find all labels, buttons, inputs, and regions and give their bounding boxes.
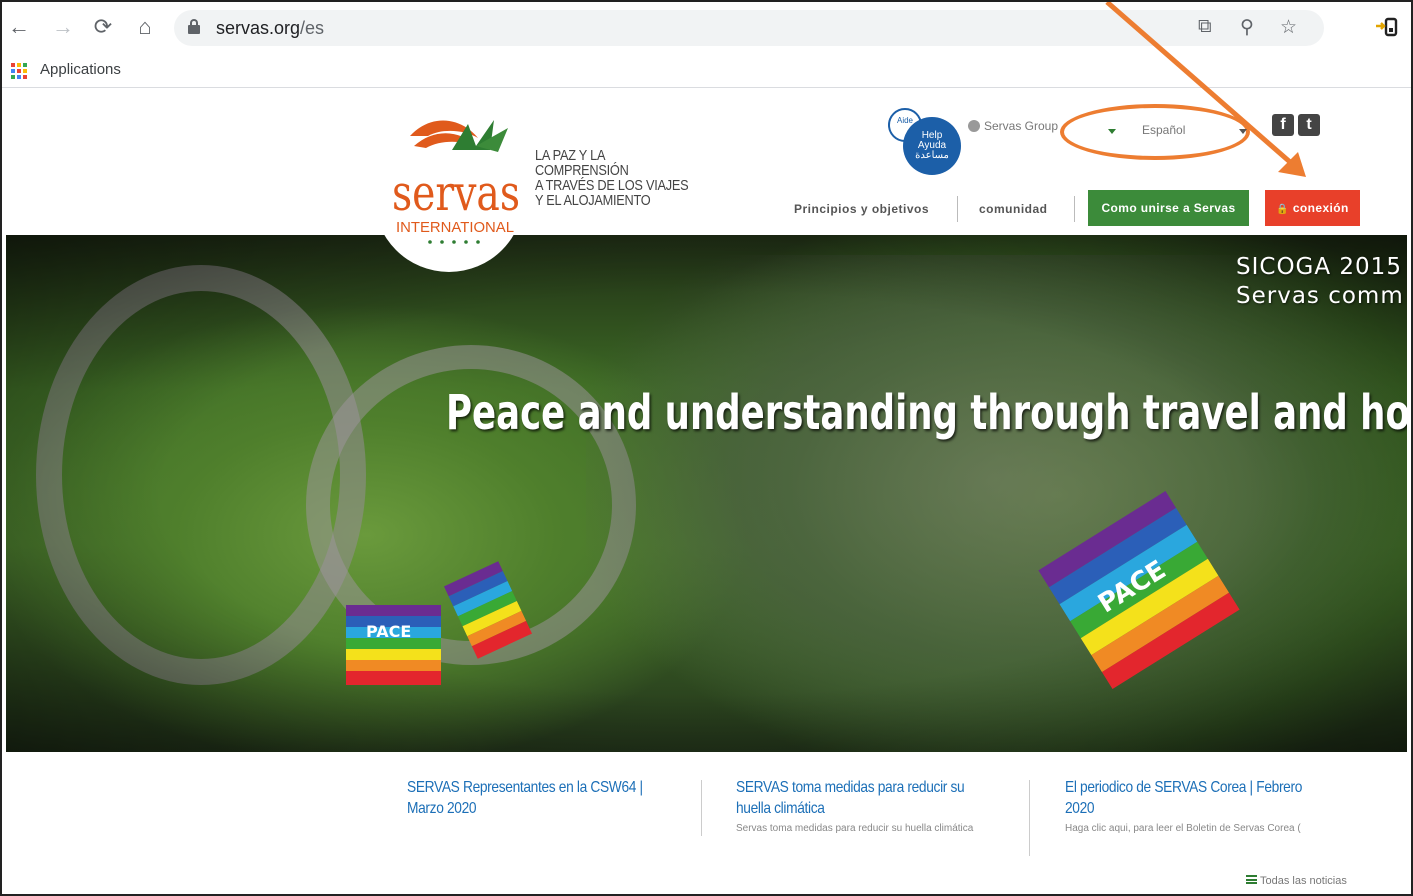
back-icon[interactable]: ←	[6, 14, 32, 40]
bookmarks-bar: Applications	[2, 54, 1411, 88]
lock-icon: 🔒	[1276, 204, 1290, 215]
nav-divider	[1074, 196, 1075, 222]
tagline: LA PAZ Y LA COMPRENSIÓN A TRAVÉS DE LOS …	[535, 147, 689, 209]
extension-icon[interactable]	[1374, 14, 1400, 40]
home-icon[interactable]: ⌂	[132, 14, 158, 40]
hero-title: Peace and understanding through travel a…	[446, 385, 1407, 441]
join-button[interactable]: Como unirse a Servas	[1088, 190, 1249, 226]
list-icon	[1246, 875, 1257, 884]
help-badge[interactable]: Aide Help Ayuda مساعدة	[888, 108, 962, 175]
tagline-line: Y EL ALOJAMIENTO	[535, 192, 651, 209]
arabic-help-text: مساعدة	[915, 150, 949, 161]
url-path: /es	[300, 18, 325, 38]
nav-community[interactable]: comunidad	[979, 202, 1048, 216]
address-bar[interactable]: servas.org/es ⧉ ⚲ ☆	[174, 10, 1324, 46]
hero-subtitle-line: Servas comm	[1236, 283, 1404, 309]
language-select[interactable]: Español	[1060, 104, 1250, 160]
url-host: servas.org	[216, 18, 301, 38]
all-news-link[interactable]: Todas las noticias	[1246, 875, 1347, 887]
globe-icon	[968, 120, 980, 132]
url-text[interactable]: servas.org/es	[216, 18, 324, 39]
language-label: Español	[1142, 123, 1186, 137]
news-description: Haga clic aqui, para leer el Boletin de …	[1065, 823, 1301, 834]
servas-logo[interactable]: servas INTERNATIONAL	[390, 106, 525, 266]
tagline-line: A TRAVÉS DE LOS VIAJES	[535, 177, 689, 194]
news-title[interactable]: SERVAS Representantes en la CSW64 | Marz…	[407, 777, 665, 819]
news-title[interactable]: SERVAS toma medidas para reducir su huel…	[736, 777, 994, 819]
all-news-label: Todas las noticias	[1260, 875, 1347, 887]
hero-banner: PACE PACE Peace and understanding throug…	[6, 235, 1407, 752]
hero-vignette	[6, 235, 1407, 752]
nav-divider	[957, 196, 958, 222]
login-label: conexión	[1292, 201, 1349, 215]
tagline-line: LA PAZ Y LA	[535, 147, 606, 164]
translate-icon[interactable]: ⧉	[1198, 16, 1212, 38]
news-item[interactable]: SERVAS Representantes en la CSW64 | Marz…	[407, 777, 672, 819]
zoom-icon[interactable]: ⚲	[1240, 16, 1254, 39]
news-description: Servas toma medidas para reducir su huel…	[736, 823, 974, 834]
servas-groups-link[interactable]: Servas Group	[968, 119, 1058, 133]
news-title[interactable]: El periodico de SERVAS Corea | Febrero 2…	[1065, 777, 1323, 819]
news-item[interactable]: El periodico de SERVAS Corea | Febrero 2…	[1065, 777, 1330, 839]
flag-text: PACE	[366, 622, 411, 641]
applications-bookmark[interactable]: Applications	[40, 61, 121, 78]
groups-label: Servas Group	[984, 119, 1059, 133]
chevron-down-icon	[1239, 129, 1247, 134]
logo-wordmark: servas	[392, 164, 520, 222]
hero-subtitle: SICOGA 2015 Servas comm	[1236, 253, 1404, 311]
browser-window: ← → ⟳ ⌂ servas.org/es ⧉ ⚲ ☆ Applications	[0, 0, 1413, 896]
tagline-line: COMPRENSIÓN	[535, 162, 629, 179]
apps-icon[interactable]	[11, 63, 27, 79]
login-button[interactable]: 🔒 conexión	[1265, 190, 1360, 226]
hero-subtitle-line: SICOGA 2015	[1236, 254, 1402, 280]
star-icon[interactable]: ☆	[1280, 16, 1297, 39]
lock-icon[interactable]	[188, 19, 200, 34]
news-divider	[701, 780, 702, 836]
nav-principles[interactable]: Principios y objetivos	[794, 202, 929, 216]
caret-down-icon	[1108, 129, 1116, 134]
peace-flag-left: PACE	[346, 605, 441, 685]
facebook-icon[interactable]: f	[1272, 114, 1294, 136]
reload-icon[interactable]: ⟳	[90, 14, 116, 40]
news-item[interactable]: SERVAS toma medidas para reducir su huel…	[736, 777, 1001, 839]
twitter-icon[interactable]: t	[1298, 114, 1320, 136]
browser-toolbar: ← → ⟳ ⌂ servas.org/es ⧉ ⚲ ☆	[2, 2, 1411, 54]
forward-icon[interactable]: →	[50, 14, 76, 40]
site-header: servas INTERNATIONAL LA PAZ Y LA COMPREN…	[2, 92, 1411, 272]
help-bubble: Help Ayuda مساعدة	[903, 117, 961, 175]
logo-subtitle: INTERNATIONAL	[396, 219, 514, 236]
news-divider	[1029, 780, 1030, 856]
